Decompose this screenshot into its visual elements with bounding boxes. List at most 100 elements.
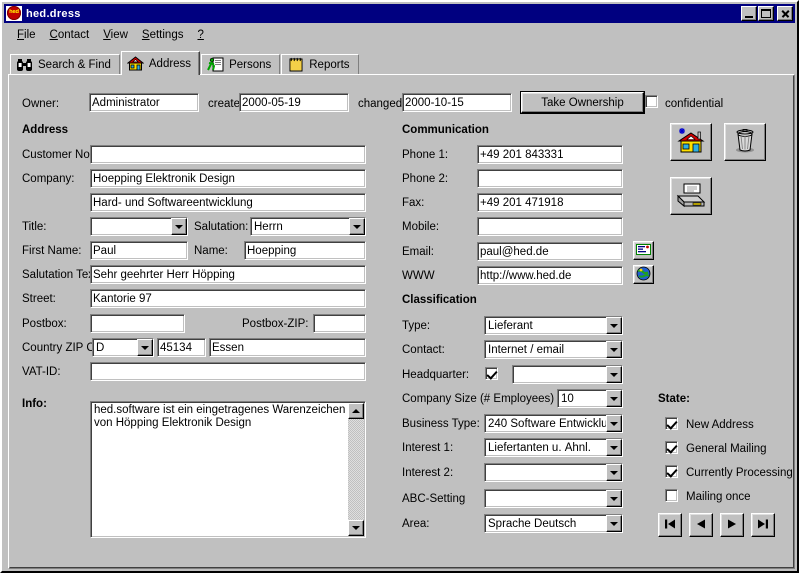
chevron-down-icon[interactable]	[606, 515, 622, 532]
info-scrollbar[interactable]	[348, 403, 364, 536]
headquarter-dropdown[interactable]	[512, 365, 623, 384]
chevron-down-icon[interactable]	[171, 218, 187, 235]
title-dropdown[interactable]	[90, 217, 188, 236]
business-type-dropdown[interactable]: 240 Software Entwicklu	[484, 414, 623, 433]
info-textarea[interactable]: hed.software ist ein eingetragenes Waren…	[90, 401, 366, 538]
area-dropdown[interactable]: Sprache Deutsch	[484, 514, 623, 533]
changed-field[interactable]: 2000-10-15	[402, 93, 512, 112]
salutation-text-label: Salutation Text	[22, 269, 98, 281]
type-dropdown[interactable]: Lieferant	[484, 316, 623, 335]
new-address-button[interactable]	[670, 123, 712, 161]
name-field[interactable]: Hoepping	[244, 241, 366, 260]
abc-setting-dropdown[interactable]	[484, 489, 623, 508]
scroll-up-button[interactable]	[348, 403, 364, 419]
chevron-down-icon[interactable]	[606, 366, 622, 383]
chevron-down-icon[interactable]	[606, 341, 622, 358]
chevron-down-icon[interactable]	[349, 218, 365, 235]
scrollbar-track[interactable]	[348, 419, 364, 520]
state-checkbox-new-address[interactable]	[665, 417, 678, 430]
interest1-label: Interest 1:	[402, 442, 454, 454]
salutation-dropdown[interactable]: Herrn	[250, 217, 366, 236]
headquarter-checkbox[interactable]	[485, 367, 498, 380]
customer-no-field[interactable]	[90, 145, 366, 164]
minimize-button[interactable]	[741, 6, 757, 21]
chevron-down-icon[interactable]	[606, 490, 622, 507]
created-field[interactable]: 2000-05-19	[239, 93, 349, 112]
take-ownership-button[interactable]: Take Ownership	[521, 92, 644, 113]
customer-no-label: Customer No.:	[22, 149, 97, 161]
window-controls	[740, 6, 793, 21]
menu-file[interactable]: File	[10, 28, 43, 42]
vat-id-field[interactable]	[90, 362, 366, 381]
phone1-field[interactable]: +49 201 843331	[477, 145, 623, 164]
city-field[interactable]: Essen	[209, 338, 366, 357]
close-button[interactable]	[777, 6, 793, 21]
email-field[interactable]: paul@hed.de	[477, 242, 623, 261]
tab-persons[interactable]: Persons	[201, 54, 281, 75]
area-label: Area:	[402, 518, 430, 530]
state-section-title: State:	[658, 393, 690, 405]
menu-contact[interactable]: Contact	[43, 28, 97, 42]
communication-section-title: Communication	[402, 124, 489, 136]
state-checkbox-general-mailing[interactable]	[665, 441, 678, 454]
tab-strip: Search & Find Address Persons Reports	[10, 51, 360, 75]
phone2-field[interactable]	[477, 169, 623, 188]
first-record-button[interactable]	[658, 513, 682, 537]
zip-field[interactable]: 45134	[157, 338, 206, 357]
owner-field[interactable]: Administrator	[89, 93, 199, 112]
menu-view[interactable]: View	[96, 28, 135, 42]
tab-reports[interactable]: Reports	[281, 54, 359, 75]
salutation-text-field[interactable]: Sehr geehrter Herr Höpping	[90, 265, 366, 284]
trash-can-icon	[731, 127, 759, 158]
chevron-down-icon[interactable]	[137, 339, 153, 356]
info-label: Info:	[22, 398, 47, 410]
email-send-button[interactable]	[633, 241, 654, 260]
company-field[interactable]: Hoepping Elektronik Design	[90, 169, 366, 188]
mobile-label: Mobile:	[402, 221, 440, 233]
confidential-checkbox[interactable]	[645, 95, 658, 108]
chevron-down-icon[interactable]	[606, 439, 622, 456]
mobile-field[interactable]	[477, 217, 623, 236]
info-text: hed.software ist ein eingetragenes Waren…	[94, 404, 346, 429]
chevron-down-icon[interactable]	[606, 390, 622, 407]
chevron-down-icon[interactable]	[606, 464, 622, 481]
www-open-button[interactable]	[633, 265, 654, 284]
country-dropdown[interactable]: D	[92, 338, 154, 357]
fax-field[interactable]: +49 201 471918	[477, 193, 623, 212]
interest2-dropdown[interactable]	[484, 463, 623, 482]
menu-bar: File Contact View Settings ?	[4, 26, 795, 43]
maximize-button[interactable]	[758, 6, 774, 21]
chevron-down-icon[interactable]	[606, 415, 622, 432]
next-record-button[interactable]	[720, 513, 744, 537]
delete-address-button[interactable]	[724, 123, 766, 161]
contact-label: Contact:	[402, 344, 445, 356]
state-checkbox-currently-processing[interactable]	[665, 465, 678, 478]
last-record-button[interactable]	[751, 513, 775, 537]
menu-settings[interactable]: Settings	[135, 28, 191, 42]
previous-record-button[interactable]	[689, 513, 713, 537]
postbox-field[interactable]	[90, 314, 185, 333]
chevron-down-icon[interactable]	[606, 317, 622, 334]
interest1-dropdown[interactable]: Liefertanten u. Ähnl.	[484, 438, 623, 457]
company-size-dropdown[interactable]: 10	[557, 389, 623, 408]
postbox-zip-label: Postbox-ZIP:	[242, 318, 309, 330]
tab-address[interactable]: Address	[120, 51, 201, 75]
print-button[interactable]	[670, 177, 712, 215]
notepad-icon	[287, 57, 304, 73]
menu-help[interactable]: ?	[190, 28, 210, 42]
globe-icon	[636, 266, 651, 284]
state-checkbox-mailing-once[interactable]	[665, 489, 678, 502]
scroll-down-button[interactable]	[348, 520, 364, 536]
tab-label: Search & Find	[38, 59, 111, 71]
street-label: Street:	[22, 293, 56, 305]
last-record-icon	[756, 518, 770, 533]
previous-record-icon	[694, 518, 708, 533]
www-field[interactable]: http://www.hed.de	[477, 266, 623, 285]
postbox-zip-field[interactable]	[313, 314, 366, 333]
tab-search-and-find[interactable]: Search & Find	[10, 54, 120, 75]
first-name-field[interactable]: Paul	[90, 241, 188, 260]
postbox-label: Postbox:	[22, 318, 67, 330]
street-field[interactable]: Kantorie 97	[90, 289, 366, 308]
company-line2-field[interactable]: Hard- und Softwareentwicklung	[90, 193, 366, 212]
contact-dropdown[interactable]: Internet / email	[484, 340, 623, 359]
